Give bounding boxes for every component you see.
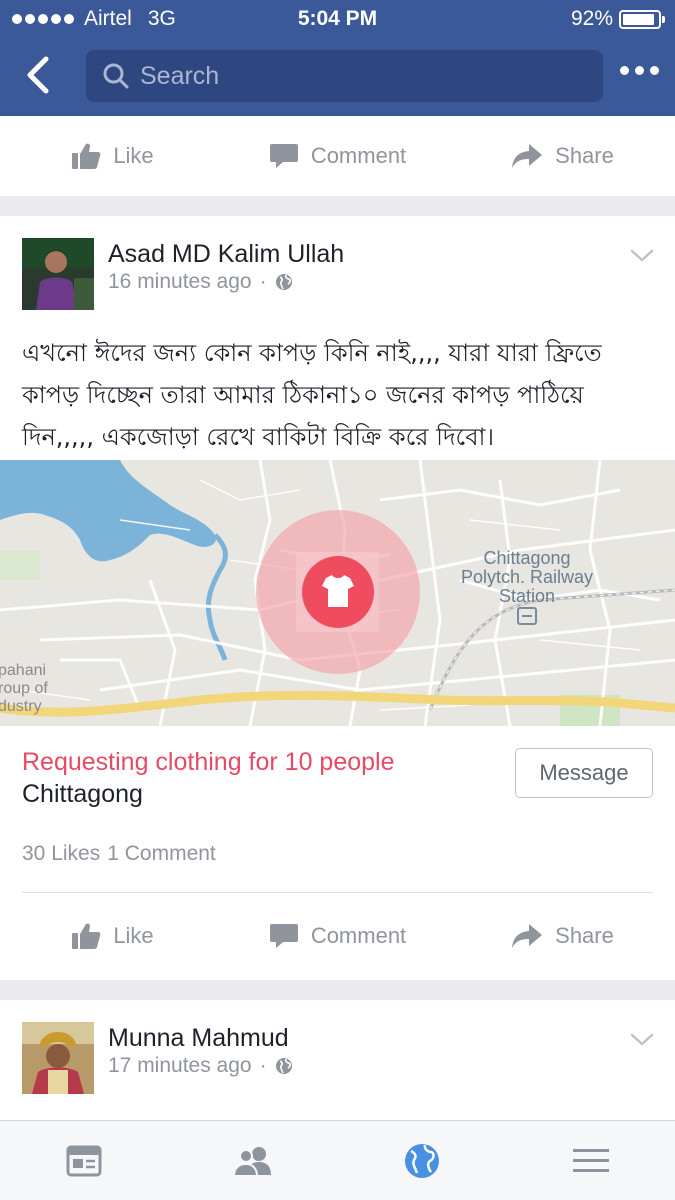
comment-button[interactable]: Comment — [225, 896, 450, 976]
news-feed-icon — [66, 1145, 102, 1176]
comment-icon — [269, 924, 298, 948]
post-meta: 17 minutes ago · — [108, 1054, 293, 1078]
search-bar[interactable] — [86, 50, 603, 102]
share-button[interactable]: Share — [450, 896, 675, 976]
share-button[interactable]: Share — [450, 116, 675, 196]
like-button[interactable]: Like — [0, 896, 225, 976]
map-graphic: Chittagong Polytch. Railway Station paha… — [0, 460, 675, 726]
more-options-button[interactable] — [620, 66, 659, 75]
next-post-card: Munna Mahmud 17 minutes ago · — [0, 1000, 675, 1120]
tab-menu[interactable] — [506, 1121, 675, 1200]
post-time: 17 minutes ago — [108, 1054, 252, 1077]
avatar[interactable] — [22, 238, 94, 310]
map-label: Station — [499, 586, 555, 606]
post-stats: 30 Likes 1 Comment — [22, 842, 216, 866]
chevron-down-icon — [630, 1033, 654, 1046]
thumbs-up-icon — [72, 923, 101, 949]
previous-post-actions: Like Comment Share — [0, 116, 675, 196]
map-label: Polytch. Railway — [461, 567, 593, 587]
post-actions: Like Comment Share — [0, 896, 675, 976]
post-meta: 16 minutes ago · — [108, 270, 293, 294]
tab-news-feed[interactable] — [0, 1121, 169, 1200]
share-label: Share — [555, 143, 614, 168]
share-label: Share — [555, 923, 614, 948]
globe-notifications-icon — [404, 1143, 439, 1178]
previous-post-card: Like Comment Share — [0, 116, 675, 196]
search-icon — [103, 63, 129, 89]
menu-icon — [572, 1148, 609, 1172]
map-label: roup of — [0, 680, 48, 697]
divider — [22, 892, 653, 893]
friends-icon — [233, 1146, 272, 1177]
share-arrow-icon — [512, 924, 543, 948]
post-author[interactable]: Munna Mahmud — [108, 1024, 289, 1053]
location-map[interactable]: Chittagong Polytch. Railway Station paha… — [0, 460, 675, 726]
back-button[interactable] — [22, 55, 58, 95]
status-right: 92% — [571, 7, 665, 31]
thumbs-up-icon — [72, 143, 101, 169]
map-label: pahani — [0, 662, 46, 679]
comments-count[interactable]: 1 Comment — [107, 842, 216, 866]
post-text-line: কাপড় দিচ্ছেন তারা আমার ঠিকানা১০ জনের কা… — [22, 381, 584, 409]
chevron-down-icon — [630, 249, 654, 262]
post-text-line: এখনো ঈদের জন্য কোন কাপড় কিনি নাই,,,, যা… — [22, 339, 602, 367]
comment-button[interactable]: Comment — [225, 116, 450, 196]
post-card: Asad MD Kalim Ullah 16 minutes ago · এখন… — [0, 216, 675, 980]
screen: Airtel 3G 5:04 PM 92% Search Like Commen… — [0, 0, 675, 1200]
status-bar: Airtel 3G 5:04 PM 92% — [0, 0, 675, 38]
tab-notifications[interactable] — [338, 1121, 507, 1200]
map-label: dustry — [0, 698, 42, 715]
comment-icon — [269, 144, 298, 168]
tab-friends[interactable] — [169, 1121, 338, 1200]
like-label: Like — [113, 923, 154, 948]
request-title: Requesting clothing for 10 people — [22, 748, 395, 776]
comment-label: Comment — [310, 143, 407, 168]
comment-label: Comment — [310, 923, 407, 948]
post-time: 16 minutes ago — [108, 270, 252, 293]
chevron-left-icon — [27, 56, 49, 94]
post-author[interactable]: Asad MD Kalim Ullah — [108, 240, 344, 269]
bottom-tab-bar — [0, 1120, 675, 1200]
post-options-button[interactable] — [628, 1030, 656, 1050]
avatar[interactable] — [22, 1022, 94, 1094]
map-label: Chittagong — [483, 548, 570, 568]
likes-count[interactable]: 30 Likes — [22, 842, 100, 866]
globe-icon — [275, 1058, 292, 1074]
post-options-button[interactable] — [628, 246, 656, 266]
post-text: এখনো ঈদের জন্য কোন কাপড় কিনি নাই,,,, যা… — [22, 332, 652, 458]
like-label: Like — [113, 143, 154, 168]
share-arrow-icon — [512, 144, 543, 168]
search-input[interactable] — [140, 61, 580, 91]
battery-icon — [619, 9, 665, 29]
request-location: Chittagong — [22, 780, 143, 808]
globe-icon — [275, 274, 292, 290]
battery-percent: 92% — [570, 7, 613, 30]
like-button[interactable]: Like — [0, 116, 225, 196]
top-bar: Airtel 3G 5:04 PM 92% — [0, 0, 675, 116]
message-button[interactable]: Message — [515, 748, 653, 798]
post-text-line: দিন,,,,, একজোড়া রেখে বাকিটা বিক্রি করে … — [22, 423, 495, 451]
